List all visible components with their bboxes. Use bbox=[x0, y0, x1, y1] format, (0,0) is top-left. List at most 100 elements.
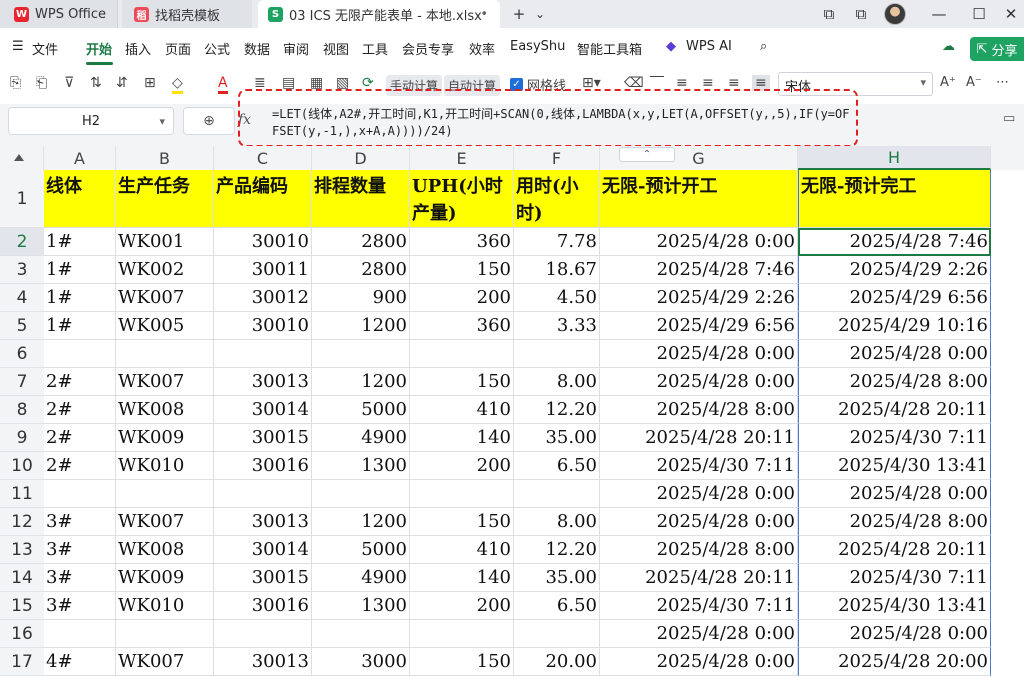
cell-e-6[interactable] bbox=[410, 340, 514, 368]
hamburger-icon[interactable]: ☰ bbox=[12, 39, 24, 54]
share-button[interactable]: ⇱ 分享 bbox=[970, 37, 1024, 61]
cell-c-13[interactable]: 30014 bbox=[214, 536, 312, 564]
cell-d-12[interactable]: 1200 bbox=[312, 508, 410, 536]
font-color-icon[interactable]: A bbox=[218, 75, 228, 94]
cell-d-14[interactable]: 4900 bbox=[312, 564, 410, 592]
format-painter-icon[interactable]: ⎘ bbox=[10, 75, 21, 91]
cell-g-13[interactable]: 2025/4/28 8:00 bbox=[600, 536, 798, 564]
cell-c-9[interactable]: 30015 bbox=[214, 424, 312, 452]
layout-icon[interactable]: ⧉ bbox=[850, 0, 872, 28]
cell-g-9[interactable]: 2025/4/28 20:11 bbox=[600, 424, 798, 452]
cell-f-10[interactable]: 6.50 bbox=[514, 452, 600, 480]
cell-c-11[interactable] bbox=[214, 480, 312, 508]
restore-layout-icon[interactable]: ⧉ bbox=[818, 0, 840, 28]
function-panel-icon[interactable]: ▭ bbox=[1003, 111, 1015, 126]
cell-b-7[interactable]: WK007 bbox=[116, 368, 214, 396]
cell-d-8[interactable]: 5000 bbox=[312, 396, 410, 424]
cell-c-14[interactable]: 30015 bbox=[214, 564, 312, 592]
cell-f-17[interactable]: 20.00 bbox=[514, 648, 600, 676]
cell-b-11[interactable] bbox=[116, 480, 214, 508]
menu-easyshu[interactable]: EasyShu bbox=[510, 39, 565, 54]
cell-g-10[interactable]: 2025/4/30 7:11 bbox=[600, 452, 798, 480]
cell-b-15[interactable]: WK010 bbox=[116, 592, 214, 620]
cell-d-9[interactable]: 4900 bbox=[312, 424, 410, 452]
cell-f-7[interactable]: 8.00 bbox=[514, 368, 600, 396]
cell-c-17[interactable]: 30013 bbox=[214, 648, 312, 676]
cell-g-5[interactable]: 2025/4/29 6:56 bbox=[600, 312, 798, 340]
cell-c-3[interactable]: 30011 bbox=[214, 256, 312, 284]
cell-d-4[interactable]: 900 bbox=[312, 284, 410, 312]
tab-templates[interactable]: 稻 找稻壳模板 bbox=[122, 0, 252, 28]
cell-e-16[interactable] bbox=[410, 620, 514, 648]
menu-wps-ai[interactable]: WPS AI bbox=[686, 39, 732, 54]
sort-ascending-icon[interactable]: ⇅ bbox=[90, 75, 102, 91]
cell-h-4[interactable]: 2025/4/29 6:56 bbox=[798, 284, 991, 312]
name-box[interactable]: H2 ▾ bbox=[8, 107, 174, 135]
cell-e-13[interactable]: 410 bbox=[410, 536, 514, 564]
cell-c-6[interactable] bbox=[214, 340, 312, 368]
menu-tools[interactable]: 工具 bbox=[362, 39, 388, 58]
cell-h-8[interactable]: 2025/4/28 20:11 bbox=[798, 396, 991, 424]
cell-g-17[interactable]: 2025/4/28 0:00 bbox=[600, 648, 798, 676]
cell-f-13[interactable]: 12.20 bbox=[514, 536, 600, 564]
cell-f-16[interactable] bbox=[514, 620, 600, 648]
cell-b-4[interactable]: WK007 bbox=[116, 284, 214, 312]
cell-a-14[interactable]: 3# bbox=[44, 564, 116, 592]
row-header[interactable]: 11 bbox=[0, 480, 44, 508]
cell-c-4[interactable]: 30012 bbox=[214, 284, 312, 312]
cell-b-13[interactable]: WK008 bbox=[116, 536, 214, 564]
font-shrink-icon[interactable]: A⁻ bbox=[966, 75, 982, 90]
zoom-formula-button[interactable]: ⊕ bbox=[183, 107, 235, 135]
cell-f-9[interactable]: 35.00 bbox=[514, 424, 600, 452]
cell-a-6[interactable] bbox=[44, 340, 116, 368]
cell-e-3[interactable]: 150 bbox=[410, 256, 514, 284]
column-header-f[interactable]: F bbox=[514, 146, 600, 170]
cell-c-8[interactable]: 30014 bbox=[214, 396, 312, 424]
cell-d-7[interactable]: 1200 bbox=[312, 368, 410, 396]
paste-special-icon[interactable]: ⎗ bbox=[36, 75, 47, 91]
row-header[interactable]: 4 bbox=[0, 284, 44, 312]
tab-list-icon[interactable]: ⌄ bbox=[532, 0, 548, 28]
cell-e-4[interactable]: 200 bbox=[410, 284, 514, 312]
sort-descending-icon[interactable]: ⇵ bbox=[116, 75, 128, 91]
column-header-h[interactable]: H bbox=[798, 146, 991, 170]
cell-a-9[interactable]: 2# bbox=[44, 424, 116, 452]
cell-g-15[interactable]: 2025/4/30 7:11 bbox=[600, 592, 798, 620]
cell-g-7[interactable]: 2025/4/28 0:00 bbox=[600, 368, 798, 396]
cell-f-8[interactable]: 12.20 bbox=[514, 396, 600, 424]
cell-e-14[interactable]: 140 bbox=[410, 564, 514, 592]
minimize-icon[interactable]: — bbox=[928, 0, 950, 28]
tab-close-icon[interactable]: • bbox=[480, 7, 488, 22]
menu-smart-toolbox[interactable]: 智能工具箱 bbox=[577, 39, 642, 58]
cell-b-17[interactable]: WK007 bbox=[116, 648, 214, 676]
menu-home[interactable]: 开始 bbox=[86, 39, 112, 58]
header-cell-f[interactable]: 用时(小时) bbox=[514, 170, 600, 228]
row-header[interactable]: 8 bbox=[0, 396, 44, 424]
cell-h-16[interactable]: 2025/4/28 0:00 bbox=[798, 620, 991, 648]
cell-b-14[interactable]: WK009 bbox=[116, 564, 214, 592]
cell-a-10[interactable]: 2# bbox=[44, 452, 116, 480]
cell-c-2[interactable]: 30010 bbox=[214, 228, 312, 256]
cloud-sync-icon[interactable]: ☁ bbox=[942, 39, 955, 54]
cell-h-9[interactable]: 2025/4/30 7:11 bbox=[798, 424, 991, 452]
cell-e-11[interactable] bbox=[410, 480, 514, 508]
cell-g-2[interactable]: 2025/4/28 0:00 bbox=[600, 228, 798, 256]
cell-f-14[interactable]: 35.00 bbox=[514, 564, 600, 592]
row-header[interactable]: 9 bbox=[0, 424, 44, 452]
cell-e-8[interactable]: 410 bbox=[410, 396, 514, 424]
header-cell-b[interactable]: 生产任务 bbox=[116, 170, 214, 228]
menu-review[interactable]: 审阅 bbox=[283, 39, 309, 58]
cell-b-10[interactable]: WK010 bbox=[116, 452, 214, 480]
header-cell-g[interactable]: 无限-预计开工 bbox=[600, 170, 798, 228]
cell-f-5[interactable]: 3.33 bbox=[514, 312, 600, 340]
row-header[interactable]: 10 bbox=[0, 452, 44, 480]
column-header-b[interactable]: B bbox=[116, 146, 214, 170]
cell-a-12[interactable]: 3# bbox=[44, 508, 116, 536]
cell-h-12[interactable]: 2025/4/28 8:00 bbox=[798, 508, 991, 536]
cell-h-15[interactable]: 2025/4/30 13:41 bbox=[798, 592, 991, 620]
cell-b-9[interactable]: WK009 bbox=[116, 424, 214, 452]
cell-f-3[interactable]: 18.67 bbox=[514, 256, 600, 284]
row-header[interactable]: 7 bbox=[0, 368, 44, 396]
cell-a-11[interactable] bbox=[44, 480, 116, 508]
row-header[interactable]: 3 bbox=[0, 256, 44, 284]
